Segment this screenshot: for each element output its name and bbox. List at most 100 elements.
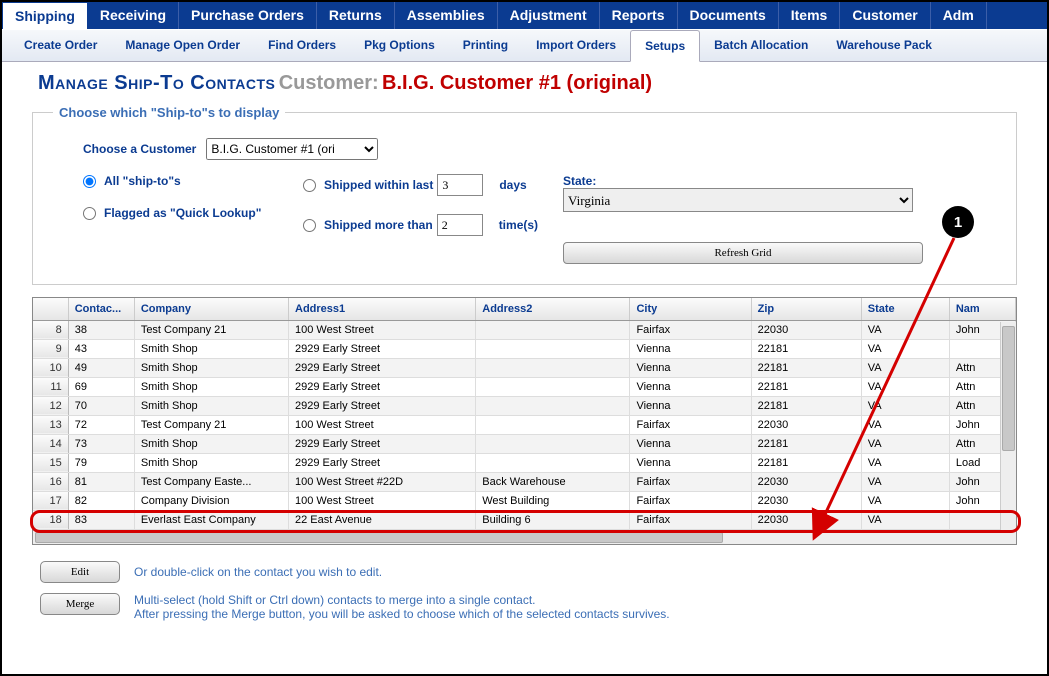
- table-row[interactable]: 1681Test Company Easte...100 West Street…: [33, 472, 1016, 491]
- cell: VA: [861, 434, 949, 453]
- sub-tab-printing[interactable]: Printing: [449, 30, 522, 61]
- radio-all-shiptos[interactable]: All "ship-to"s: [83, 174, 303, 188]
- sub-tab-import-orders[interactable]: Import Orders: [522, 30, 630, 61]
- cell: Company Division: [134, 491, 288, 510]
- col-header[interactable]: Contac...: [68, 298, 134, 320]
- sub-tab-warehouse-pack[interactable]: Warehouse Pack: [822, 30, 946, 61]
- customer-label: Customer:: [279, 72, 379, 94]
- merge-button[interactable]: Merge: [40, 593, 120, 615]
- cell: 22181: [751, 377, 861, 396]
- cell: Smith Shop: [134, 358, 288, 377]
- cell: 22030: [751, 415, 861, 434]
- radio-all-input[interactable]: [83, 175, 96, 188]
- col-header[interactable]: Zip: [751, 298, 861, 320]
- row-number: 8: [33, 320, 68, 339]
- shipto-grid: Contac...CompanyAddress1Address2CityZipS…: [32, 297, 1017, 545]
- filter-panel: Choose which "Ship-to"s to display Choos…: [32, 105, 1017, 285]
- row-number: 16: [33, 472, 68, 491]
- main-tab-reports[interactable]: Reports: [600, 2, 678, 29]
- cell: [476, 358, 630, 377]
- row-number: 12: [33, 396, 68, 415]
- cell: VA: [861, 358, 949, 377]
- cell: VA: [861, 453, 949, 472]
- cell: VA: [861, 472, 949, 491]
- sub-tab-manage-open-order[interactable]: Manage Open Order: [111, 30, 254, 61]
- radio-flagged-input[interactable]: [83, 207, 96, 220]
- sub-nav: Create OrderManage Open OrderFind Orders…: [2, 30, 1047, 62]
- table-row[interactable]: 1579Smith Shop2929 Early StreetVienna221…: [33, 453, 1016, 472]
- radio-within-input[interactable]: [303, 179, 316, 192]
- cell: 43: [68, 339, 134, 358]
- table-row[interactable]: 1049Smith Shop2929 Early StreetVienna221…: [33, 358, 1016, 377]
- merge-hint-2: After pressing the Merge button, you wil…: [134, 607, 670, 621]
- table-row[interactable]: 1473Smith Shop2929 Early StreetVienna221…: [33, 434, 1016, 453]
- row-number: 18: [33, 510, 68, 529]
- cell: 100 West Street: [289, 491, 476, 510]
- row-number: 14: [33, 434, 68, 453]
- sub-tab-find-orders[interactable]: Find Orders: [254, 30, 350, 61]
- table-row[interactable]: 1169Smith Shop2929 Early StreetVienna221…: [33, 377, 1016, 396]
- cell: Smith Shop: [134, 453, 288, 472]
- table-row[interactable]: 1883Everlast East Company22 East AvenueB…: [33, 510, 1016, 529]
- cell: 22181: [751, 453, 861, 472]
- col-header[interactable]: State: [861, 298, 949, 320]
- cell: 100 West Street #22D: [289, 472, 476, 491]
- refresh-grid-button[interactable]: Refresh Grid: [563, 242, 923, 264]
- cell: 49: [68, 358, 134, 377]
- cell: 22 East Avenue: [289, 510, 476, 529]
- col-header[interactable]: Company: [134, 298, 288, 320]
- radio-all-label: All "ship-to"s: [104, 174, 181, 188]
- row-number: 11: [33, 377, 68, 396]
- cell: [476, 434, 630, 453]
- cell: 22181: [751, 339, 861, 358]
- table-row[interactable]: 1372Test Company 21100 West StreetFairfa…: [33, 415, 1016, 434]
- main-tab-documents[interactable]: Documents: [678, 2, 779, 29]
- cell: 22030: [751, 472, 861, 491]
- main-tab-returns[interactable]: Returns: [317, 2, 395, 29]
- radio-flagged-label: Flagged as "Quick Lookup": [104, 206, 261, 220]
- customer-select[interactable]: B.I.G. Customer #1 (ori: [206, 138, 378, 160]
- vertical-scrollbar[interactable]: [1000, 322, 1016, 530]
- cell: Back Warehouse: [476, 472, 630, 491]
- main-tab-shipping[interactable]: Shipping: [2, 2, 88, 29]
- radio-flagged[interactable]: Flagged as "Quick Lookup": [83, 206, 263, 220]
- radio-more-input[interactable]: [303, 219, 316, 232]
- main-tab-adm[interactable]: Adm: [931, 2, 987, 29]
- main-tab-customer[interactable]: Customer: [840, 2, 930, 29]
- cell: Smith Shop: [134, 339, 288, 358]
- table-row[interactable]: 943Smith Shop2929 Early StreetVienna2218…: [33, 339, 1016, 358]
- state-select[interactable]: Virginia: [563, 188, 913, 212]
- page-heading: Manage Ship-To Contacts Customer: B.I.G.…: [2, 62, 1047, 101]
- col-header[interactable]: Nam: [949, 298, 1015, 320]
- edit-button[interactable]: Edit: [40, 561, 120, 583]
- main-tab-purchase-orders[interactable]: Purchase Orders: [179, 2, 317, 29]
- sub-tab-create-order[interactable]: Create Order: [10, 30, 111, 61]
- main-tab-assemblies[interactable]: Assemblies: [395, 2, 498, 29]
- col-header[interactable]: Address2: [476, 298, 630, 320]
- main-tab-items[interactable]: Items: [779, 2, 841, 29]
- sub-tab-batch-allocation[interactable]: Batch Allocation: [700, 30, 822, 61]
- table-row[interactable]: 838Test Company 21100 West StreetFairfax…: [33, 320, 1016, 339]
- main-tab-receiving[interactable]: Receiving: [88, 2, 179, 29]
- table-row[interactable]: 1782Company Division100 West StreetWest …: [33, 491, 1016, 510]
- cell: [476, 377, 630, 396]
- sub-tab-setups[interactable]: Setups: [630, 30, 700, 62]
- cell: 72: [68, 415, 134, 434]
- main-tab-adjustment[interactable]: Adjustment: [498, 2, 600, 29]
- sub-tab-pkg-options[interactable]: Pkg Options: [350, 30, 449, 61]
- col-header[interactable]: [33, 298, 68, 320]
- more-times-input[interactable]: [437, 214, 483, 236]
- cell: Vienna: [630, 396, 751, 415]
- cell: VA: [861, 510, 949, 529]
- within-days-input[interactable]: [437, 174, 483, 196]
- col-header[interactable]: City: [630, 298, 751, 320]
- horizontal-scrollbar[interactable]: [33, 530, 1016, 544]
- col-header[interactable]: Address1: [289, 298, 476, 320]
- radio-more-label: Shipped more than: [324, 218, 433, 232]
- cell: 22030: [751, 320, 861, 339]
- cell: 73: [68, 434, 134, 453]
- callout-badge: 1: [942, 206, 974, 238]
- cell: 2929 Early Street: [289, 434, 476, 453]
- cell: 81: [68, 472, 134, 491]
- table-row[interactable]: 1270Smith Shop2929 Early StreetVienna221…: [33, 396, 1016, 415]
